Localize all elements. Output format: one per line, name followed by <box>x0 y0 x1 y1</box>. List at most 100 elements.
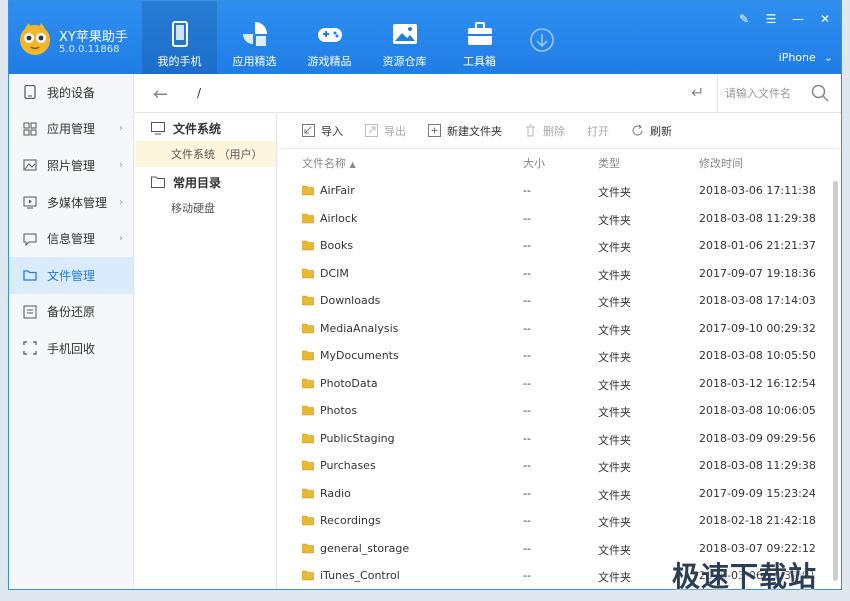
file-type: 文件夹 <box>598 516 631 529</box>
delete-label: 删除 <box>543 124 565 138</box>
table-row[interactable]: PublicStaging -- 文件夹 2018-03-09 09:29:56 <box>278 424 828 452</box>
table-row[interactable]: Purchases -- 文件夹 2018-03-08 11:29:38 <box>278 451 828 479</box>
download-icon <box>530 28 554 52</box>
folder-icon <box>302 460 314 471</box>
tree-label: 常用目录 <box>173 175 222 190</box>
file-name: Books <box>320 239 354 252</box>
phone-icon <box>171 21 188 47</box>
nav-label: 应用精选 <box>232 55 277 68</box>
sidebar-item-my-device[interactable]: 我的设备 <box>9 74 133 111</box>
back-arrow-icon[interactable]: ← <box>153 84 168 105</box>
app-version: 5.0.0.11868 <box>59 44 120 55</box>
sidebar-item-backup[interactable]: 备份还原 <box>9 294 133 331</box>
file-size: -- <box>523 541 531 555</box>
sidebar-item-files[interactable]: 文件管理 <box>9 256 133 294</box>
refresh-button[interactable]: 刷新 <box>631 123 672 139</box>
file-name: general_storage <box>320 541 410 555</box>
refresh-icon <box>632 124 643 136</box>
table-row[interactable]: AirFair -- 文件夹 2018-03-06 17:11:38 <box>278 176 828 204</box>
export-label: 导出 <box>384 124 406 138</box>
sidebar: 我的设备 应用管理 › 照片管理 › 多媒体管理 › 信息管理 › 文件管理 备… <box>9 74 134 589</box>
import-icon <box>302 124 315 137</box>
top-header: XY苹果助手 5.0.0.11868 我的手机 应用精选 游戏精品 资源仓库 工… <box>9 1 841 74</box>
tree-item-user-filesystem[interactable]: 文件系统 （用户） <box>135 141 276 167</box>
tree-common[interactable]: 常用目录 <box>135 169 276 195</box>
device-selector[interactable]: iPhone ⌄ <box>779 51 833 64</box>
file-list: AirFair -- 文件夹 2018-03-06 17:11:38 Airlock --… <box>278 176 828 589</box>
sidebar-item-apps[interactable]: 应用管理 › <box>9 111 133 148</box>
column-size[interactable]: 大小 <box>523 155 545 171</box>
table-row[interactable]: DCIM -- 文件夹 2017-09-07 19:18:36 <box>278 259 828 287</box>
file-modified-time: 2018-03-08 10:06:05 <box>699 404 816 417</box>
column-time[interactable]: 修改时间 <box>699 155 743 171</box>
nav-resources[interactable]: 资源仓库 <box>367 1 442 74</box>
table-row[interactable]: Downloads -- 文件夹 2018-03-08 17:14:03 <box>278 286 828 314</box>
file-modified-time: 2017-09-07 19:18:36 <box>699 266 816 280</box>
menu-icon[interactable]: ☰ <box>765 13 777 25</box>
file-modified-time: 2018-03-09 09:29:56 <box>699 431 816 445</box>
column-name-label: 文件名称 <box>302 156 346 170</box>
nav-games[interactable]: 游戏精品 <box>292 1 367 74</box>
column-name[interactable]: 文件名称 ▲ <box>302 155 356 171</box>
table-row[interactable]: MyDocuments -- 文件夹 2018-03-08 10:05:50 <box>278 341 828 369</box>
file-modified-time: 2018-03-12 16:12:54 <box>699 376 816 390</box>
device-name: iPhone <box>778 51 816 64</box>
nav-download[interactable] <box>517 1 567 74</box>
new-folder-button[interactable]: 新建文件夹 <box>428 123 502 139</box>
file-size: -- <box>523 239 531 252</box>
export-button[interactable]: 导出 <box>365 123 406 139</box>
file-type: 文件夹 <box>598 268 631 282</box>
column-type[interactable]: 类型 <box>598 155 620 171</box>
table-row[interactable]: Airlock -- 文件夹 2018-03-08 11:29:38 <box>278 204 828 232</box>
tree-item-mobile-disk[interactable]: 移动硬盘 <box>135 195 276 221</box>
divider <box>717 74 718 113</box>
sidebar-item-label: 文件管理 <box>47 268 96 283</box>
table-row[interactable]: Radio -- 文件夹 2017-09-09 15:23:24 <box>278 479 828 507</box>
image-icon <box>392 24 417 44</box>
table-row[interactable]: Recordings -- 文件夹 2018-02-18 21:42:18 <box>278 506 828 534</box>
refresh-label: 刷新 <box>650 124 672 138</box>
tree-filesystem[interactable]: 文件系统 <box>135 115 276 141</box>
file-type: 文件夹 <box>598 543 631 557</box>
tree-label: 文件系统 <box>173 121 222 136</box>
sidebar-item-label: 我的设备 <box>47 85 96 100</box>
file-name: Downloads <box>320 294 381 307</box>
sidebar-item-label: 照片管理 <box>47 158 96 173</box>
file-type: 文件夹 <box>598 213 631 227</box>
sidebar-item-recycle[interactable]: 手机回收 <box>9 330 133 367</box>
sidebar-item-media[interactable]: 多媒体管理 › <box>9 184 133 221</box>
message-icon <box>23 233 37 246</box>
photo-icon <box>23 159 37 171</box>
backup-icon <box>23 305 37 319</box>
import-button[interactable]: 导入 <box>302 123 343 139</box>
folder-icon <box>302 240 314 251</box>
open-button[interactable]: 打开 <box>587 123 609 139</box>
file-size: -- <box>523 184 531 197</box>
table-row[interactable]: Books -- 文件夹 2018-01-06 21:21:37 <box>278 231 828 259</box>
nav-my-phone[interactable]: 我的手机 <box>142 1 217 74</box>
file-modified-time: 2018-03-07 09:22:12 <box>699 541 816 555</box>
file-type: 文件夹 <box>598 296 631 309</box>
folder-icon <box>302 323 314 333</box>
file-type: 文件夹 <box>598 241 631 254</box>
search-input[interactable] <box>725 83 805 103</box>
delete-button[interactable]: 删除 <box>524 123 565 139</box>
enter-icon[interactable]: ↵ <box>691 83 704 102</box>
table-row[interactable]: MediaAnalysis -- 文件夹 2017-09-10 00:29:32 <box>278 314 828 342</box>
nav-toolbox[interactable]: 工具箱 <box>442 1 517 74</box>
apps-icon <box>242 22 267 46</box>
minimize-icon[interactable]: — <box>792 13 804 25</box>
table-row[interactable]: Photos -- 文件夹 2018-03-08 10:06:05 <box>278 396 828 424</box>
sidebar-item-messages[interactable]: 信息管理 › <box>9 220 133 257</box>
file-size: -- <box>523 514 531 527</box>
folder-icon <box>302 543 314 553</box>
search-icon[interactable] <box>811 84 829 102</box>
table-row[interactable]: PhotoData -- 文件夹 2018-03-12 16:12:54 <box>278 369 828 397</box>
nav-apps[interactable]: 应用精选 <box>217 1 292 74</box>
skin-icon[interactable]: ✎ <box>738 13 750 25</box>
file-modified-time: 2018-03-08 10:05:50 <box>699 349 816 362</box>
close-icon[interactable]: ✕ <box>819 13 831 25</box>
folder-outline-icon <box>151 176 165 188</box>
sidebar-item-photos[interactable]: 照片管理 › <box>9 147 133 184</box>
vertical-scrollbar[interactable] <box>833 181 838 581</box>
